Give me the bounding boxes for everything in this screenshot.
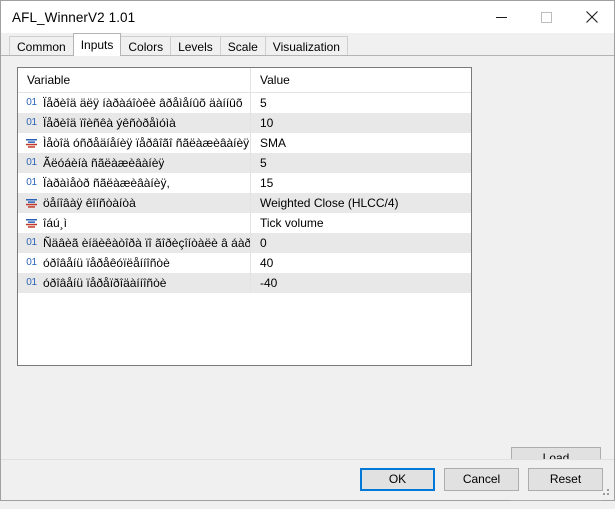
maximize-icon [541,11,552,23]
integer-icon: 01 [26,277,37,288]
table-row[interactable]: 01 Ïåðèîä äëÿ íàðàáîòêè âðåìåíûõ äàííûõ 5 [18,93,471,113]
variable-label: Ïåðèîä ïîèñêà ýêñòðåìóìà [43,116,176,130]
variable-cell[interactable]: 01 Ïåðèîä ïîèñêà ýêñòðåìóìà [18,113,250,133]
tab-visualization[interactable]: Visualization [264,36,348,56]
close-icon [585,11,598,23]
table-row[interactable]: 01 Ïåðèîä ïîèñêà ýêñòðåìóìà 10 [18,113,471,133]
minimize-icon [496,16,507,18]
integer-icon: 01 [26,117,37,128]
list-icon [23,195,40,211]
window-title: AFL_WinnerV2 1.01 [12,9,136,25]
integer-icon: 01 [26,237,37,248]
cancel-button[interactable]: Cancel [444,468,519,491]
dialog-footer: OK Cancel Reset [1,459,614,500]
integer-icon: 01 [26,177,37,188]
variable-cell[interactable]: Ìåòîä óñðåäíåíèÿ ïåðâîãî ñãëàæèâàíèÿ [18,133,250,153]
tab-levels[interactable]: Levels [170,36,221,56]
integer-icon: 01 [26,257,37,268]
table-header-row: Variable Value [18,68,471,93]
parameters-table[interactable]: Variable Value 01 Ïåðèîä äëÿ íàðàáîòêè âð… [17,67,472,366]
integer-icon: 01 [26,157,37,168]
value-cell[interactable]: 5 [250,153,471,173]
variable-label: Ïåðèîä äëÿ íàðàáîòêè âðåìåíûõ äàííûõ [43,96,243,110]
variable-label: öåíîâàÿ êîíñòàíòà [43,196,136,210]
table-row[interactable]: Ìåòîä óñðåäíåíèÿ ïåðâîãî ñãëàæèâàíèÿ SMA [18,133,471,153]
tab-colors[interactable]: Colors [120,36,172,56]
variable-cell[interactable]: 01 óðîâåíü ïåðåêóïëåííîñòè [18,253,250,273]
window-controls [479,1,614,33]
value-cell[interactable]: 40 [250,253,471,273]
variable-cell[interactable]: öåíîâàÿ êîíñòàíòà [18,193,250,213]
column-header-value[interactable]: Value [250,68,471,92]
title-bar: AFL_WinnerV2 1.01 [1,1,614,33]
table-row[interactable]: 01 Ãëóáèíà ñãëàæèâàíèÿ 5 [18,153,471,173]
tab-inputs[interactable]: Inputs [72,33,122,56]
variable-cell[interactable]: 01 Ïàðàìåòð ñãëàæèâàíèÿ, [18,173,250,193]
variable-cell[interactable]: 01 Ãëóáèíà ñãëàæèâàíèÿ [18,153,250,173]
table-row[interactable]: 01 Ïàðàìåòð ñãëàæèâàíèÿ, 15 [18,173,471,193]
variable-label: îáú¸ì [43,216,68,230]
tab-scale[interactable]: Scale [219,36,266,56]
reset-button[interactable]: Reset [528,468,603,491]
variable-cell[interactable]: îáú¸ì [18,213,250,233]
variable-label: Ìåòîä óñðåäíåíèÿ ïåðâîãî ñãëàæèâàíèÿ [43,136,250,150]
table-row[interactable]: 01 óðîâåíü ïåðåêóïëåííîñòè 40 [18,253,471,273]
tab-bar: Common Inputs Colors Levels Scale Visualizati… [1,33,614,56]
table-body: 01 Ïåðèîä äëÿ íàðàáîòêè âðåìåíûõ äàííûõ 5 0… [18,93,471,293]
value-cell[interactable]: 15 [250,173,471,193]
variable-label: óðîâåíü ïåðåïðîäàííîñòè [43,276,167,290]
value-cell[interactable]: 5 [250,93,471,113]
value-cell[interactable]: 0 [250,233,471,253]
tab-common[interactable]: Common [9,36,74,56]
table-row[interactable]: öåíîâàÿ êîíñòàíòà Weighted Close (HLCC/4) [18,193,471,213]
footer-button-group: OK Cancel Reset [351,468,603,491]
maximize-button[interactable] [524,1,569,33]
tab-content-inputs: Variable Value 01 Ïåðèîä äëÿ íàðàáîòêè âð… [1,55,614,501]
close-button[interactable] [569,1,614,33]
variable-cell[interactable]: 01 Ñäâèã èíäèêàòîðà ïî ãîðèçîíòàëè â áàðà… [18,233,250,253]
variable-label: Ãëóáèíà ñãëàæèâàíèÿ [43,156,165,170]
table-row[interactable]: 01 Ñäâèã èíäèêàòîðà ïî ãîðèçîíòàëè â áàðà… [18,233,471,253]
value-cell[interactable]: -40 [250,273,471,293]
resize-grip-icon[interactable] [599,485,611,497]
list-icon [23,215,40,231]
variable-label: Ïàðàìåòð ñãëàæèâàíèÿ, [43,176,170,190]
variable-label: Ñäâèã èíäèêàòîðà ïî ãîðèçîíòàëè â áàðàõ [43,236,250,250]
value-cell[interactable]: SMA [250,133,471,153]
variable-cell[interactable]: 01 óðîâåíü ïåðåïðîäàííîñòè [18,273,250,293]
value-cell[interactable]: Tick volume [250,213,471,233]
minimize-button[interactable] [479,1,524,33]
value-cell[interactable]: Weighted Close (HLCC/4) [250,193,471,213]
integer-icon: 01 [26,97,37,108]
list-icon [23,135,40,151]
variable-label: óðîâåíü ïåðåêóïëåííîñòè [43,256,170,270]
table-row[interactable]: 01 óðîâåíü ïåðåïðîäàííîñòè -40 [18,273,471,293]
properties-dialog: AFL_WinnerV2 1.01 Common Inputs Colors Leve… [0,0,615,501]
table-row[interactable]: îáú¸ì Tick volume [18,213,471,233]
value-cell[interactable]: 10 [250,113,471,133]
variable-cell[interactable]: 01 Ïåðèîä äëÿ íàðàáîòêè âðåìåíûõ äàííûõ [18,93,250,113]
ok-button[interactable]: OK [360,468,435,491]
column-header-variable[interactable]: Variable [18,68,250,92]
